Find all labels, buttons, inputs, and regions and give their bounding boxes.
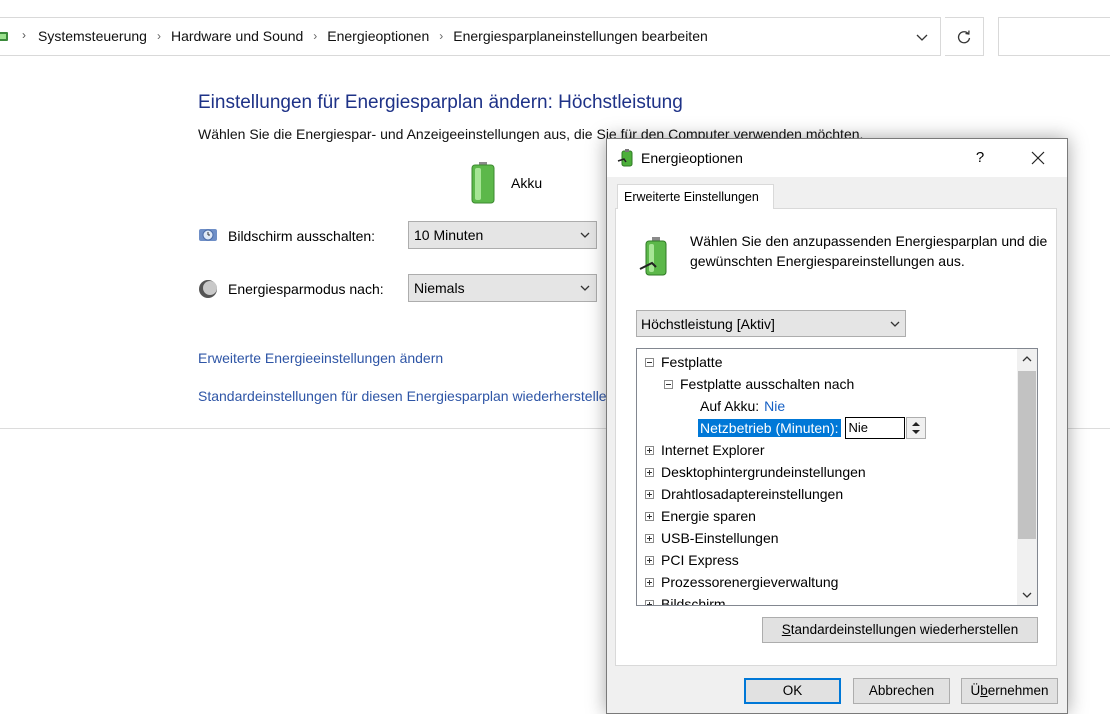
setting-label-selected: Netzbetrieb (Minuten):	[698, 419, 841, 437]
tree-item[interactable]: Energie sparen	[645, 505, 756, 527]
expand-icon[interactable]	[645, 511, 654, 521]
chevron-down-icon	[1022, 592, 1032, 598]
advanced-settings-link[interactable]: Erweiterte Energieeinstellungen ändern	[198, 350, 443, 366]
restore-defaults-button[interactable]: Standardeinstellungen wiederherstellen	[762, 617, 1038, 643]
tree-item-netzbetrieb[interactable]: Netzbetrieb (Minuten): Nie	[698, 417, 926, 439]
chevron-right-icon[interactable]: ›	[439, 29, 443, 43]
collapse-icon[interactable]	[645, 357, 654, 367]
expand-icon[interactable]	[645, 577, 654, 587]
tab-panel: Wählen Sie den anzupassenden Energiespar…	[615, 208, 1057, 666]
breadcrumb-item[interactable]: Energieoptionen	[327, 28, 429, 44]
tree-item-festplatte[interactable]: Festplatte	[645, 351, 722, 373]
dialog-titlebar[interactable]: Energieoptionen ?	[607, 139, 1067, 177]
dialog-title: Energieoptionen	[641, 150, 743, 166]
expand-icon[interactable]	[645, 555, 654, 565]
minutes-input[interactable]: Nie	[844, 417, 905, 439]
help-button[interactable]: ?	[957, 139, 1003, 177]
scroll-down-button[interactable]	[1017, 585, 1037, 605]
tree-item-label: Festplatte ausschalten nach	[680, 376, 855, 392]
tree-item[interactable]: Prozessorenergieverwaltung	[645, 571, 838, 593]
tree-item-label: Desktophintergrundeinstellungen	[661, 464, 866, 480]
expand-icon[interactable]	[645, 489, 654, 499]
battery-icon	[471, 162, 495, 204]
tree-item-label: USB-Einstellungen	[661, 530, 779, 546]
search-input[interactable]	[998, 17, 1110, 56]
tree-item-label: Energie sparen	[661, 508, 756, 524]
scroll-thumb[interactable]	[1018, 371, 1036, 539]
tree-item[interactable]: PCI Express	[645, 549, 739, 571]
tree-item-label: Bildschirm	[661, 596, 726, 606]
display-off-label: Bildschirm ausschalten:	[228, 228, 376, 244]
expand-icon[interactable]	[645, 533, 654, 543]
breadcrumb-item[interactable]: Energiesparplaneinstellungen bearbeiten	[453, 28, 708, 44]
breadcrumb: Systemsteuerung › Hardware und Sound › E…	[38, 28, 708, 44]
setting-value-link[interactable]: Nie	[764, 398, 785, 414]
sleep-label: Energiesparmodus nach:	[228, 281, 384, 297]
tree-item-label: Drahtlosadaptereinstellungen	[661, 486, 844, 502]
chevron-up-icon	[1022, 356, 1032, 362]
ok-button[interactable]: OK	[744, 678, 841, 704]
breadcrumb-item[interactable]: Systemsteuerung	[38, 28, 147, 44]
stepper-down-icon[interactable]	[911, 430, 920, 434]
chevron-down-icon	[580, 232, 590, 238]
tree-item-auf-akku[interactable]: Auf Akku: Nie	[700, 395, 785, 417]
tree-item[interactable]: USB-Einstellungen	[645, 527, 779, 549]
tab-advanced-settings[interactable]: Erweiterte Einstellungen	[617, 184, 774, 209]
chevron-right-icon[interactable]: ›	[313, 29, 317, 43]
collapse-icon[interactable]	[664, 379, 673, 389]
vertical-scrollbar[interactable]	[1017, 349, 1037, 605]
sleep-select[interactable]: Niemals	[408, 274, 597, 302]
chevron-right-icon[interactable]: ›	[157, 29, 161, 43]
tree-item-label: Festplatte	[661, 354, 723, 370]
chevron-down-icon[interactable]	[912, 27, 932, 47]
sleep-value: Niemals	[414, 280, 465, 296]
address-bar[interactable]: › Systemsteuerung › Hardware und Sound ›…	[0, 17, 941, 56]
restore-defaults-link[interactable]: Standardeinstellungen für diesen Energie…	[198, 388, 614, 404]
stepper-up-icon[interactable]	[911, 422, 920, 426]
breadcrumb-item[interactable]: Hardware und Sound	[171, 28, 303, 44]
moon-icon	[199, 280, 217, 298]
battery-plug-icon	[639, 237, 667, 276]
tree-item[interactable]: Internet Explorer	[645, 439, 765, 461]
tree-item-label: Prozessorenergieverwaltung	[661, 574, 839, 590]
expand-icon[interactable]	[645, 599, 654, 605]
close-icon	[1031, 151, 1045, 165]
chevron-down-icon	[580, 285, 590, 291]
display-off-select[interactable]: 10 Minuten	[408, 221, 597, 249]
settings-tree[interactable]: Festplatte Festplatte ausschalten nach A…	[636, 348, 1038, 606]
tree-item[interactable]: Drahtlosadaptereinstellungen	[645, 483, 843, 505]
refresh-button[interactable]	[945, 17, 984, 56]
tree-item[interactable]: Bildschirm	[645, 593, 726, 606]
monitor-clock-icon	[199, 229, 217, 241]
scroll-up-button[interactable]	[1017, 349, 1037, 369]
chevron-down-icon	[890, 321, 900, 327]
power-options-icon	[617, 149, 633, 167]
battery-column-label: Akku	[511, 175, 543, 191]
chevron-right-icon[interactable]: ›	[22, 28, 26, 42]
minutes-stepper[interactable]	[905, 417, 926, 439]
apply-button[interactable]: Übernehmen	[961, 678, 1058, 704]
power-plan-value: Höchstleistung [Aktiv]	[641, 316, 775, 332]
tree-item-festplatte-ausschalten[interactable]: Festplatte ausschalten nach	[664, 373, 854, 395]
display-off-value: 10 Minuten	[414, 227, 484, 243]
expand-icon[interactable]	[645, 445, 654, 455]
power-options-dialog: Energieoptionen ? Erweiterte Einstellung…	[606, 138, 1068, 714]
close-button[interactable]	[1015, 139, 1061, 177]
setting-label: Auf Akku:	[700, 398, 760, 414]
refresh-icon	[957, 30, 971, 43]
cancel-button[interactable]: Abbrechen	[853, 678, 950, 704]
power-plan-select[interactable]: Höchstleistung [Aktiv]	[636, 310, 906, 337]
page-title: Einstellungen für Energiesparplan ändern…	[198, 92, 683, 113]
tree-item-label: Internet Explorer	[661, 442, 765, 458]
expand-icon[interactable]	[645, 467, 654, 477]
intro-text: Wählen Sie den anzupassenden Energiespar…	[690, 233, 1048, 269]
tree-item-label: PCI Express	[661, 552, 739, 568]
control-panel-icon	[0, 32, 8, 41]
tree-item[interactable]: Desktophintergrundeinstellungen	[645, 461, 866, 483]
